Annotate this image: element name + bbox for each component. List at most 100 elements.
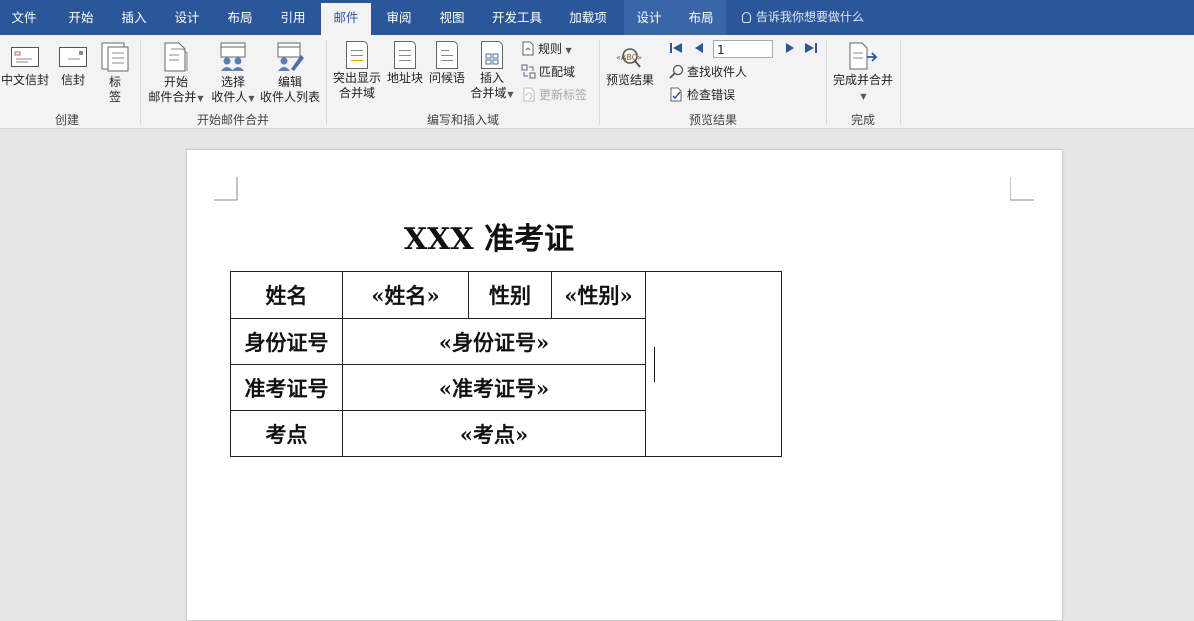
tab-design[interactable]: 设计 — [163, 0, 211, 35]
match-fields-icon — [521, 64, 536, 79]
margin-corner-mark — [1010, 177, 1034, 201]
check-errors-label: 检查错误 — [687, 88, 736, 102]
start-mail-merge-label-2: 邮件合并 — [148, 90, 197, 104]
address-block-label: 地址块 — [386, 71, 423, 85]
find-recipient-button[interactable]: 查找收件人 — [669, 63, 747, 81]
finish-merge-label: 完成并合并 — [832, 73, 893, 87]
labels-icon — [100, 41, 130, 73]
check-errors-icon — [670, 87, 682, 102]
rules-button[interactable]: 规则 ▼ — [521, 40, 572, 58]
tab-file[interactable]: 文件 — [0, 0, 48, 35]
insert-merge-field-label-2: 合并域 — [470, 86, 507, 100]
tab-addins[interactable]: 加载项 — [559, 0, 617, 35]
tell-me-text: 告诉我你想要做什么 — [756, 10, 865, 24]
chevron-down-icon: ▼ — [248, 94, 255, 103]
edit-recipient-list-button[interactable]: 编辑 收件人列表 — [259, 41, 321, 105]
group-label-create: 创建 — [54, 113, 79, 127]
chevron-down-icon: ▼ — [860, 92, 867, 101]
tab-review[interactable]: 审阅 — [375, 0, 423, 35]
group-label-preview: 预览结果 — [688, 113, 737, 127]
update-labels-icon — [523, 87, 535, 102]
edit-recipient-list-icon — [275, 41, 305, 73]
preview-results-icon: «ABC» — [613, 41, 647, 71]
tab-table-design[interactable]: 设计 — [626, 0, 672, 35]
highlight-merge-fields-button[interactable]: 突出显示 合并域 — [331, 41, 383, 101]
next-record-icon[interactable] — [783, 41, 797, 55]
highlight-fields-label-1: 突出显示 — [332, 71, 381, 85]
start-mail-merge-label-1: 开始 — [163, 75, 188, 89]
labels-button[interactable]: 标 签 — [98, 41, 132, 105]
admission-ticket-table[interactable]: 姓名 «姓名» 性别 «性别» 身份证号 «身份证号» 准考证号 «准考证号» … — [230, 271, 782, 457]
gender-label-cell: 性别 — [468, 271, 552, 319]
address-block-button[interactable]: 地址块 — [385, 41, 425, 86]
tab-view[interactable]: 视图 — [428, 0, 476, 35]
match-fields-button[interactable]: 匹配域 — [521, 63, 575, 81]
previous-record-icon[interactable] — [692, 41, 706, 55]
update-labels-label: 更新标签 — [539, 88, 588, 102]
greeting-line-label: 问候语 — [428, 71, 465, 85]
find-recipient-label: 查找收件人 — [687, 65, 748, 79]
finish-merge-icon — [847, 41, 879, 71]
envelope-button[interactable]: 信封 — [56, 41, 90, 88]
rules-label: 规则 — [538, 42, 563, 56]
insert-merge-field-icon — [481, 41, 503, 69]
rules-icon — [522, 41, 534, 56]
name-merge-field[interactable]: «姓名» — [342, 271, 469, 319]
photo-cell[interactable] — [645, 271, 782, 457]
start-mail-merge-icon — [163, 41, 189, 73]
document-page[interactable]: XXX 准考证 姓名 «姓名» 性别 «性别» 身份证号 «身份证号» 准考证号… — [186, 149, 1063, 621]
group-separator — [900, 40, 901, 125]
labels-label-1: 标 — [108, 75, 121, 89]
match-fields-label: 匹配域 — [539, 65, 576, 79]
chinese-envelope-icon — [11, 47, 39, 67]
exam-number-label-cell: 准考证号 — [230, 364, 343, 411]
insert-merge-field-button[interactable]: 插入 合并域▼ — [468, 41, 516, 102]
chevron-down-icon: ▼ — [563, 46, 572, 55]
preview-results-button[interactable]: «ABC» 预览结果 — [604, 41, 656, 88]
gender-merge-field[interactable]: «性别» — [551, 271, 646, 319]
exam-site-merge-field[interactable]: «考点» — [342, 410, 646, 457]
tab-home[interactable]: 开始 — [57, 0, 105, 35]
edit-recipient-list-label-2: 收件人列表 — [259, 90, 320, 104]
tab-developer[interactable]: 开发工具 — [484, 0, 550, 35]
group-label-start-merge: 开始邮件合并 — [196, 113, 269, 127]
id-number-merge-field[interactable]: «身份证号» — [342, 318, 646, 365]
tab-mailings[interactable]: 邮件 — [321, 3, 371, 35]
tab-insert[interactable]: 插入 — [110, 0, 158, 35]
ribbon-tab-bar: 文件 开始 插入 设计 布局 引用 邮件 审阅 视图 开发工具 加载项 设计 布… — [0, 0, 1194, 35]
start-mail-merge-button[interactable]: 开始 邮件合并▼ — [146, 41, 206, 106]
select-recipients-button[interactable]: 选择 收件人▼ — [207, 41, 259, 106]
first-record-icon[interactable] — [669, 41, 683, 55]
highlight-fields-icon — [346, 41, 368, 69]
envelope-label: 信封 — [60, 73, 85, 87]
id-number-label-cell: 身份证号 — [230, 318, 343, 365]
record-number-input[interactable]: 1 — [713, 40, 773, 58]
document-title: XXX 准考证 — [403, 222, 575, 257]
select-recipients-label-2: 收件人 — [211, 90, 248, 104]
address-block-icon — [394, 41, 416, 69]
select-recipients-label-1: 选择 — [220, 75, 245, 89]
tell-me-box[interactable]: 告诉我你想要做什么 — [742, 0, 864, 35]
exam-site-label-cell: 考点 — [230, 410, 343, 457]
finish-and-merge-button[interactable]: 完成并合并 ▼ — [831, 41, 895, 104]
check-errors-button[interactable]: 检查错误 — [669, 86, 735, 104]
chevron-down-icon: ▼ — [507, 90, 514, 99]
edit-recipient-list-label-1: 编辑 — [277, 75, 302, 89]
envelope-icon — [59, 47, 87, 67]
text-cursor — [654, 347, 655, 382]
group-label-finish: 完成 — [850, 113, 875, 127]
greeting-line-button[interactable]: 问候语 — [427, 41, 467, 86]
exam-number-merge-field[interactable]: «准考证号» — [342, 364, 646, 411]
update-labels-button[interactable]: 更新标签 — [521, 86, 587, 104]
last-record-icon[interactable] — [804, 41, 818, 55]
tab-table-layout[interactable]: 布局 — [678, 0, 724, 35]
insert-merge-field-label-1: 插入 — [479, 71, 504, 85]
chinese-envelope-button[interactable]: 中文信封 — [0, 41, 50, 88]
tab-layout[interactable]: 布局 — [216, 0, 264, 35]
labels-label-2: 签 — [108, 90, 121, 104]
highlight-fields-label-2: 合并域 — [338, 86, 375, 100]
lightbulb-icon — [742, 12, 751, 23]
chevron-down-icon: ▼ — [197, 94, 204, 103]
tab-references[interactable]: 引用 — [269, 0, 317, 35]
select-recipients-icon — [218, 41, 248, 73]
